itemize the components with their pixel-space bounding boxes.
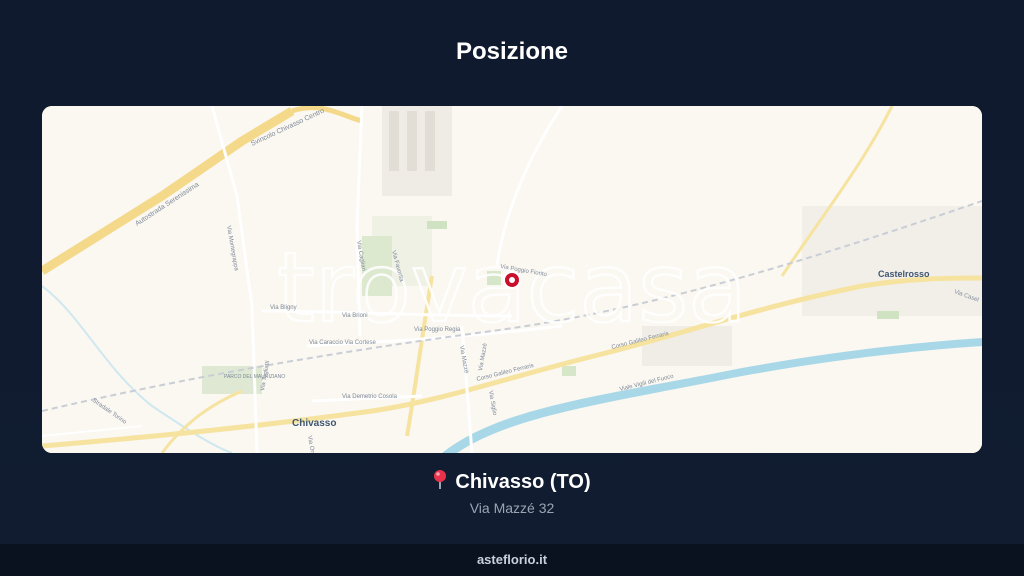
street-label: Via Caraccio Via Cortese xyxy=(309,340,376,346)
place-label: Castelrosso xyxy=(878,269,930,279)
street-label: Via Poggio Regia xyxy=(414,327,461,333)
address-label: Via Mazzé 32 xyxy=(469,500,555,516)
red-pin-icon xyxy=(434,470,447,489)
property-location-marker[interactable] xyxy=(503,271,521,289)
street-label: Via Brioni xyxy=(342,313,368,319)
park-label: PARCO DEL MAURIZIANO xyxy=(224,374,285,380)
location-title: Chivasso (TO) xyxy=(0,470,1024,494)
map-view[interactable]: trovacasa Chivasso Castelrosso Autostrad… xyxy=(42,106,982,453)
place-label: Chivasso xyxy=(292,418,336,429)
site-link[interactable]: asteflorio.it xyxy=(477,552,547,567)
map-canvas[interactable]: trovacasa Chivasso Castelrosso Autostrad… xyxy=(42,106,982,453)
street-label: Via Demetrio Cosola xyxy=(342,394,398,400)
street-label: Via Bligny xyxy=(270,305,297,311)
page-title: Posizione xyxy=(455,38,569,65)
footer: asteflorio.it xyxy=(0,544,1024,576)
city-label: Chivasso (TO) xyxy=(455,471,591,493)
